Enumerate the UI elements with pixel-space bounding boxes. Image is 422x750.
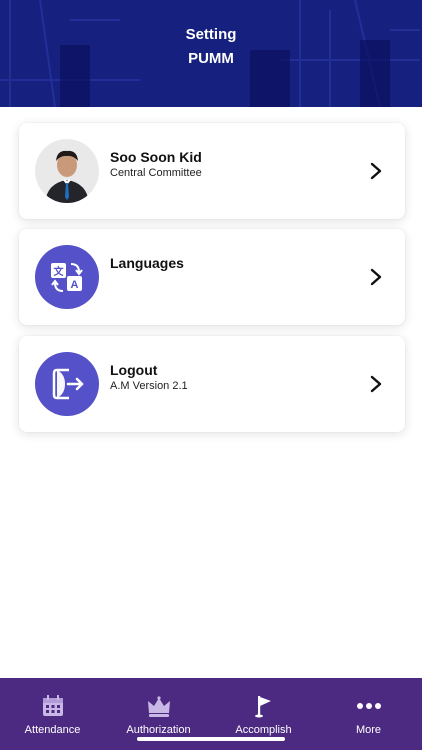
profile-role: Central Committee	[110, 167, 202, 179]
tab-accomplish-label: Accomplish	[235, 724, 292, 736]
home-indicator	[137, 737, 285, 741]
calendar-icon	[40, 694, 66, 718]
languages-card[interactable]: 文 A Languages	[19, 229, 405, 325]
settings-content: Soo Soon Kid Central Committee 文 A Langu…	[0, 107, 422, 677]
header-banner: Setting PUMM	[0, 0, 422, 107]
tab-attendance-label: Attendance	[24, 724, 81, 736]
tab-attendance[interactable]: Attendance	[0, 678, 105, 750]
app-version: A.M Version 2.1	[110, 380, 188, 392]
profile-name: Soo Soon Kid	[110, 149, 202, 165]
languages-label: Languages	[110, 255, 184, 271]
tab-more[interactable]: More	[316, 678, 421, 750]
avatar-photo	[35, 139, 99, 203]
chevron-right-icon	[370, 268, 382, 286]
logout-icon-badge	[35, 352, 99, 416]
chevron-right-icon	[370, 375, 382, 393]
avatar	[35, 139, 99, 203]
svg-text:文: 文	[54, 265, 65, 278]
bottom-tab-bar: Attendance Authorization Accomplish More	[0, 678, 422, 750]
tab-more-label: More	[355, 724, 382, 736]
logout-card[interactable]: Logout A.M Version 2.1	[19, 336, 405, 432]
crown-icon	[146, 694, 172, 718]
chevron-right-icon	[370, 162, 382, 180]
logout-icon	[52, 368, 84, 400]
more-dots-icon	[356, 694, 382, 718]
svg-text:A: A	[71, 279, 79, 291]
language-icon-badge: 文 A	[35, 245, 99, 309]
flag-icon	[251, 694, 277, 718]
translate-icon: 文 A	[51, 263, 83, 292]
logout-label: Logout	[110, 362, 158, 378]
tab-authorization-label: Authorization	[126, 724, 191, 736]
header-subtitle: PUMM	[188, 50, 234, 67]
header-title: Setting	[185, 26, 237, 43]
profile-card[interactable]: Soo Soon Kid Central Committee	[19, 123, 405, 219]
